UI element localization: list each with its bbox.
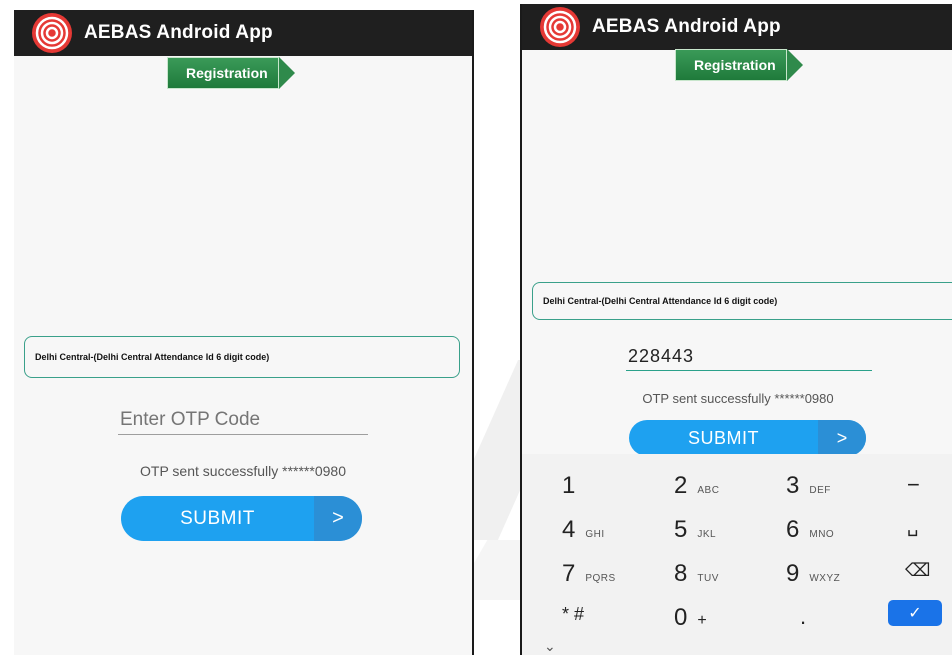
phone-screen-right: AEBAS Android App Registration Delhi Cen… [520, 4, 952, 655]
otp-input[interactable] [626, 342, 872, 371]
key-7[interactable]: 7 PQRS [562, 560, 616, 588]
chevron-right-icon: > [314, 496, 362, 541]
app-bar: AEBAS Android App [522, 4, 952, 50]
chevron-right-icon: > [818, 420, 866, 456]
otp-status-message: OTP sent successfully ******0980 [642, 391, 834, 406]
organization-dropdown[interactable]: Delhi Central-(Delhi Central Attendance … [532, 282, 952, 320]
done-key[interactable]: ✓ [888, 600, 942, 626]
registration-label: Registration [167, 57, 279, 89]
otp-status-message: OTP sent successfully ******0980 [140, 463, 346, 479]
backspace-icon: ⌫ [905, 560, 931, 580]
registration-arrow-icon [278, 57, 295, 89]
key-1[interactable]: 1 [562, 472, 585, 500]
key-minus[interactable]: − [907, 472, 920, 498]
submit-button-label: SUBMIT [687, 427, 759, 448]
fingerprint-logo-icon [32, 13, 72, 53]
registration-banner: Registration [675, 49, 803, 81]
key-6[interactable]: 6 MNO [786, 516, 834, 544]
checkmark-icon: ✓ [908, 605, 922, 622]
numeric-keypad: 1 2 ABC 3 DEF − 4 GHI 5 JKL 6 MNO ␣ 7 PQ… [522, 454, 952, 655]
submit-button-label: SUBMIT [180, 507, 255, 529]
organization-dropdown-value: Delhi Central-(Delhi Central Attendance … [35, 352, 270, 362]
key-9[interactable]: 9 WXYZ [786, 560, 840, 588]
organization-dropdown[interactable]: Delhi Central-(Delhi Central Attendance … [24, 336, 460, 378]
registration-arrow-icon [786, 49, 803, 81]
key-3[interactable]: 3 DEF [786, 472, 831, 500]
key-star-hash[interactable]: * # [562, 604, 584, 625]
app-bar: AEBAS Android App [14, 10, 472, 56]
submit-button[interactable]: SUBMIT > [629, 420, 866, 456]
app-title: AEBAS Android App [84, 22, 273, 43]
phone-screen-left: AEBAS Android App Registration Delhi Cen… [14, 10, 474, 655]
app-title: AEBAS Android App [592, 16, 781, 37]
key-space[interactable]: ␣ [907, 516, 918, 537]
key-0[interactable]: 0 + [674, 604, 707, 632]
collapse-keyboard-icon[interactable]: ⌄ [544, 638, 556, 655]
key-4[interactable]: 4 GHI [562, 516, 605, 544]
key-2[interactable]: 2 ABC [674, 472, 719, 500]
otp-input[interactable] [118, 406, 368, 435]
submit-button[interactable]: SUBMIT > [121, 496, 362, 541]
key-5[interactable]: 5 JKL [674, 516, 716, 544]
key-8[interactable]: 8 TUV [674, 560, 719, 588]
backspace-key[interactable]: ⌫ [905, 560, 930, 581]
fingerprint-logo-icon [540, 7, 580, 47]
registration-label: Registration [675, 49, 787, 81]
key-period[interactable]: . [800, 604, 806, 630]
registration-banner: Registration [167, 57, 295, 89]
organization-dropdown-value: Delhi Central-(Delhi Central Attendance … [543, 296, 778, 306]
